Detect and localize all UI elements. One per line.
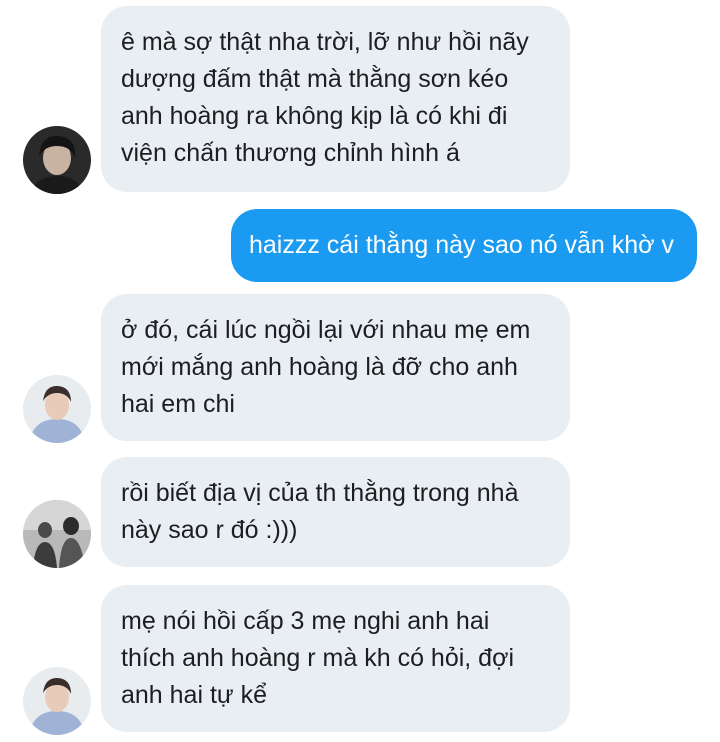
message-bubble-incoming[interactable]: rồi biết địa vị của th thằng trong nhà n… [101,457,570,567]
avatar-light-hoodie-icon[interactable] [23,375,91,443]
avatar-group-photo-icon[interactable] [23,500,91,568]
message-bubble-incoming[interactable]: mẹ nói hồi cấp 3 mẹ nghi anh hai thích a… [101,585,570,732]
avatar-dark-hair-icon[interactable] [23,126,91,194]
avatar-light-hoodie-icon[interactable] [23,667,91,735]
message-bubble-incoming[interactable]: ê mà sợ thật nha trời, lỡ như hồi nãy dư… [101,6,570,192]
message-bubble-outgoing[interactable]: haizzz cái thằng này sao nó vẫn khờ v [231,209,697,282]
message-bubble-incoming[interactable]: ở đó, cái lúc ngồi lại với nhau mẹ em mớ… [101,294,570,441]
